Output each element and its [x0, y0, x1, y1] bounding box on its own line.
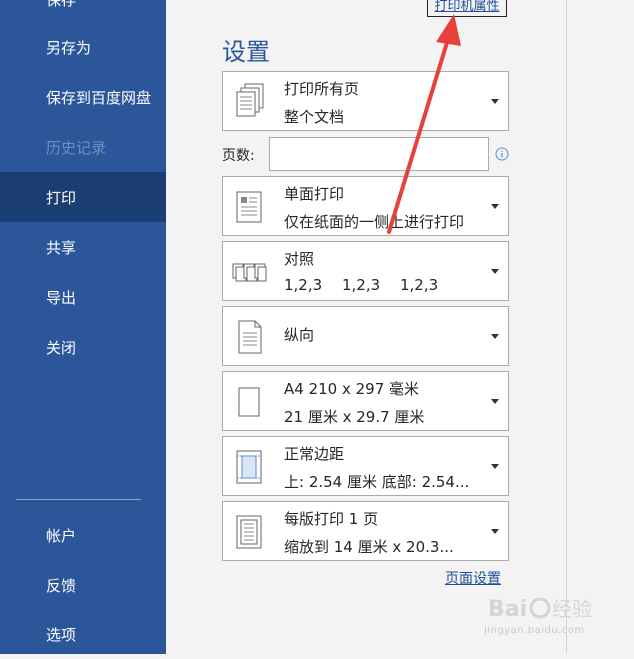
paper-size-dimensions: 21 厘米 x 29.7 厘米 — [284, 408, 425, 426]
orientation-dropdown[interactable]: 纵向 — [222, 306, 509, 366]
pages-per-sheet-value: 每版打印 1 页 — [284, 510, 379, 528]
paper-size-value: A4 210 x 297 毫米 — [284, 380, 420, 398]
print-sides-description: 仅在纸面的一侧上进行打印 — [284, 213, 465, 231]
chevron-down-icon — [491, 204, 499, 209]
margins-value: 正常边距 — [284, 445, 345, 463]
collate-order-item: 1,2,3 — [284, 276, 323, 294]
sidebar-item-label: 保存 — [46, 0, 76, 10]
portrait-orientation-icon — [238, 320, 262, 354]
sidebar-item-save-to-baidu-pan[interactable]: 保存到百度网盘 — [0, 72, 166, 122]
one-sided-print-icon — [236, 191, 262, 223]
print-sides-dropdown[interactable]: 单面打印 仅在纸面的一侧上进行打印 — [222, 176, 509, 236]
svg-text:Bai: Bai — [488, 597, 527, 622]
pages-input[interactable] — [269, 137, 489, 171]
page-range-description: 整个文档 — [284, 108, 345, 126]
sidebar-item-label: 关闭 — [46, 338, 77, 357]
page-range-value: 打印所有页 — [284, 80, 360, 98]
collate-order-item: 1,2,3 — [400, 276, 439, 294]
preview-divider — [566, 0, 567, 654]
sidebar-item-history: 历史记录 — [0, 122, 166, 172]
sidebar-item-label: 保存到百度网盘 — [46, 88, 152, 107]
pages-label: 页数: — [222, 148, 255, 164]
sidebar-item-close[interactable]: 关闭 — [0, 322, 166, 372]
page-setup-link[interactable]: 页面设置 — [445, 568, 501, 588]
chevron-down-icon — [491, 334, 499, 339]
sidebar-item-share[interactable]: 共享 — [0, 222, 166, 272]
collate-order-item: 1,2,3 — [342, 276, 381, 294]
svg-text:经验: 经验 — [552, 597, 592, 621]
sidebar-item-label: 导出 — [46, 288, 77, 307]
print-sides-value: 单面打印 — [284, 185, 345, 203]
margins-description: 上: 2.54 厘米 底部: 2.54... — [284, 473, 470, 491]
sidebar-item-label: 反馈 — [46, 576, 77, 595]
sidebar-item-export[interactable]: 导出 — [0, 272, 166, 322]
sidebar-item-label: 选项 — [46, 625, 77, 644]
sidebar-item-label: 打印 — [46, 188, 77, 207]
sidebar-item-label: 历史记录 — [46, 138, 107, 157]
collated-pages-icon — [232, 263, 267, 282]
pages-per-sheet-dropdown[interactable]: 每版打印 1 页 缩放到 14 厘米 x 20.3... — [222, 501, 509, 561]
page-range-dropdown[interactable]: 打印所有页 整个文档 — [222, 71, 509, 131]
collate-order: 1,2,3 1,2,3 1,2,3 — [284, 276, 458, 294]
sidebar-item-label: 另存为 — [46, 38, 92, 57]
paper-size-dropdown[interactable]: A4 210 x 297 毫米 21 厘米 x 29.7 厘米 — [222, 371, 509, 431]
sidebar-item-print[interactable]: 打印 — [0, 172, 166, 222]
settings-heading: 设置 — [222, 38, 270, 66]
margins-dropdown[interactable]: 正常边距 上: 2.54 厘米 底部: 2.54... — [222, 436, 509, 496]
sidebar-item-label: 帐户 — [46, 526, 77, 545]
watermark-url: jingyan.baidu.com — [484, 625, 585, 636]
printer-properties-link[interactable]: 打印机属性 — [427, 0, 507, 17]
sidebar-item-label: 共享 — [46, 238, 77, 257]
orientation-value: 纵向 — [284, 326, 315, 344]
chevron-down-icon — [491, 269, 499, 274]
sidebar-item-save[interactable]: 保存 — [0, 0, 166, 24]
paper-size-icon — [238, 387, 260, 417]
collate-dropdown[interactable]: 对照 1,2,3 1,2,3 1,2,3 — [222, 241, 509, 301]
sidebar-divider — [16, 499, 141, 500]
collate-value: 对照 — [284, 250, 315, 268]
chevron-down-icon — [491, 529, 499, 534]
pages-per-sheet-scale: 缩放到 14 厘米 x 20.3... — [284, 538, 454, 556]
chevron-down-icon — [491, 464, 499, 469]
chevron-down-icon — [491, 99, 499, 104]
sidebar-item-options[interactable]: 选项 — [0, 609, 166, 659]
pages-per-sheet-icon — [236, 515, 262, 549]
chevron-down-icon — [491, 399, 499, 404]
sidebar-item-save-as[interactable]: 另存为 — [0, 22, 166, 72]
sidebar-item-account[interactable]: 帐户 — [0, 510, 166, 560]
print-all-pages-icon — [236, 83, 264, 117]
backstage-sidebar: 保存 另存为 保存到百度网盘 历史记录 打印 共享 导出 关闭 帐户 反馈 选项 — [0, 0, 166, 654]
sidebar-item-feedback[interactable]: 反馈 — [0, 560, 166, 610]
margins-icon — [236, 450, 262, 484]
info-icon[interactable] — [495, 147, 509, 161]
